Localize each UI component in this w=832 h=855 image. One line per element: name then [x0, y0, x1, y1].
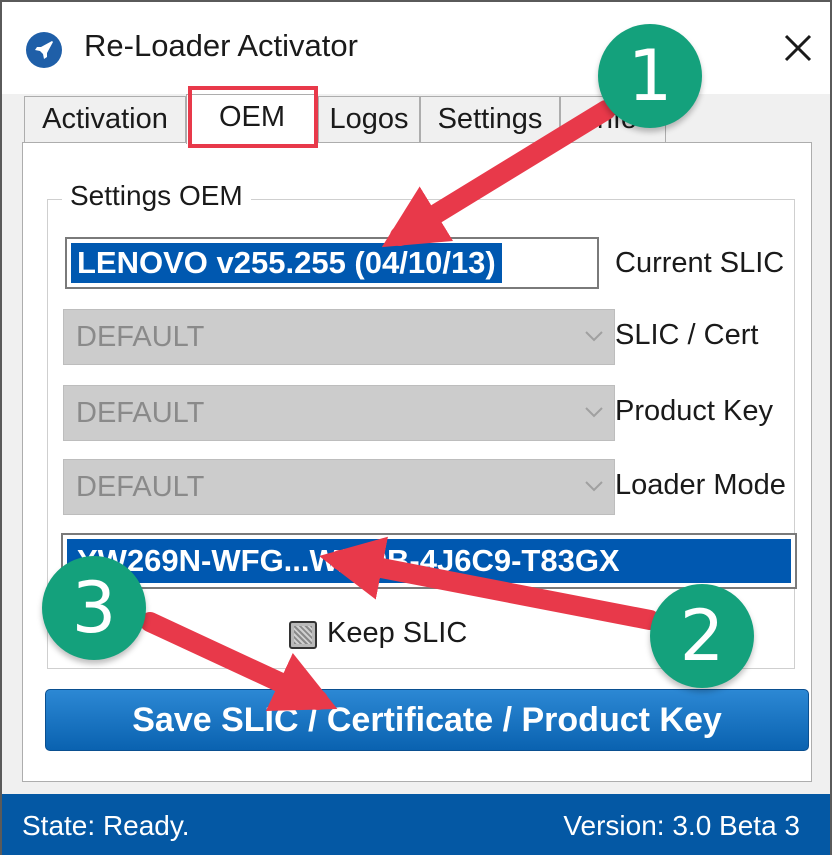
rocket-icon	[26, 32, 62, 68]
title-bar: Re-Loader Activator	[2, 2, 830, 94]
save-slic-button[interactable]: Save SLIC / Certificate / Product Key	[45, 689, 809, 751]
loader-mode-label: Loader Mode	[615, 469, 786, 501]
keep-slic-label: Keep SLIC	[327, 617, 468, 649]
status-version: Version: 3.0 Beta 3	[563, 810, 800, 841]
slic-cert-value: DEFAULT	[76, 321, 205, 353]
loader-mode-value: DEFAULT	[76, 471, 205, 503]
tab-logos[interactable]: Logos	[318, 96, 420, 142]
product-key-value: DEFAULT	[76, 397, 205, 429]
tab-activation[interactable]: Activation	[24, 96, 186, 142]
step-badge-2: 2	[650, 584, 754, 688]
slic-cert-label: SLIC / Cert	[615, 319, 759, 351]
chevron-down-icon	[585, 407, 603, 418]
product-key-text: YW269N-WFG...W/C9B-4J6C9-T83GX	[67, 539, 791, 583]
tab-strip: Activation OEM Logos Settings Info	[2, 94, 830, 144]
close-button[interactable]	[778, 28, 818, 68]
current-slic-value: LENOVO v255.255 (04/10/13)	[71, 243, 502, 283]
current-slic-field[interactable]: LENOVO v255.255 (04/10/13)	[65, 237, 599, 289]
step-badge-1: 1	[598, 24, 702, 128]
step-badge-3: 3	[42, 556, 146, 660]
checkbox-icon[interactable]	[289, 621, 317, 649]
status-state: State: Ready.	[22, 810, 190, 841]
product-key-field[interactable]: YW269N-WFG...W/C9B-4J6C9-T83GX	[61, 533, 797, 589]
product-key-label: Product Key	[615, 395, 773, 427]
chevron-down-icon	[585, 331, 603, 342]
current-slic-label: Current SLIC	[615, 247, 785, 279]
app-window: Re-Loader Activator Activation OEM Logos…	[0, 0, 832, 855]
tab-settings[interactable]: Settings	[420, 96, 560, 142]
loader-mode-dropdown[interactable]: DEFAULT	[63, 459, 615, 515]
status-bar: State: Ready. Version: 3.0 Beta 3	[2, 794, 830, 855]
close-icon	[784, 34, 812, 62]
group-label: Settings OEM	[62, 180, 251, 212]
chevron-down-icon	[585, 481, 603, 492]
slic-cert-dropdown[interactable]: DEFAULT	[63, 309, 615, 365]
product-key-dropdown[interactable]: DEFAULT	[63, 385, 615, 441]
tab-oem[interactable]: OEM	[186, 94, 318, 144]
window-title: Re-Loader Activator	[84, 28, 358, 63]
